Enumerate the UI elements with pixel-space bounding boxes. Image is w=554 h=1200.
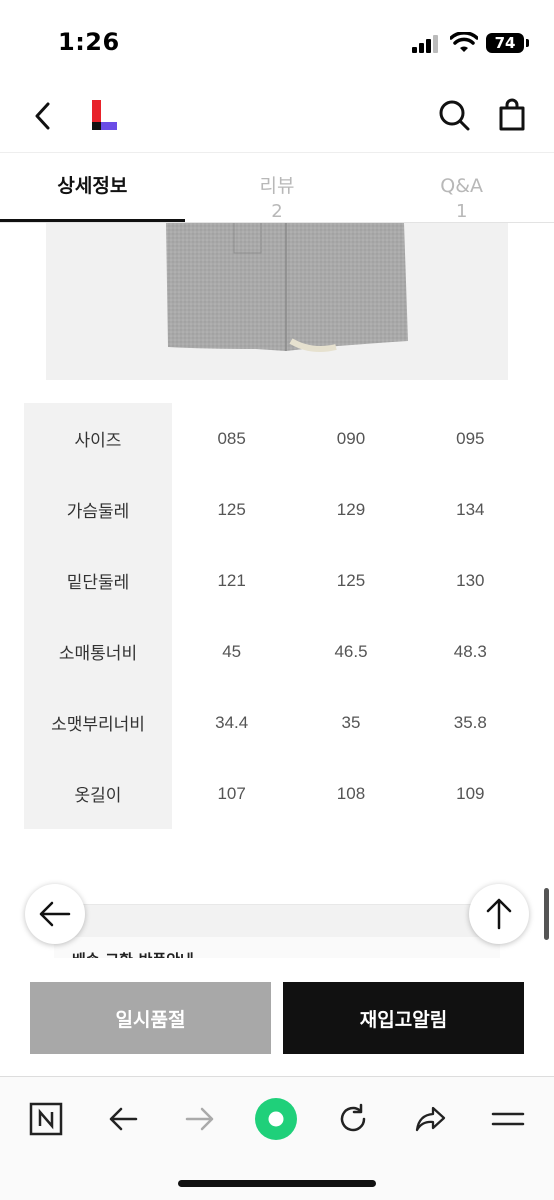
product-tabs: 상세정보 리뷰 2 Q&A 1 [0,152,554,223]
restock-alert-button[interactable]: 재입고알림 [283,982,524,1054]
scrollbar[interactable] [544,888,549,940]
green-dot-button[interactable] [254,1097,298,1141]
tab-count: 1 [455,201,468,222]
table-cell: 125 [336,570,366,590]
table-cell: 46.5 [334,641,368,661]
table-cell: 090 [336,428,366,448]
browser-forward-button[interactable] [178,1097,222,1141]
row-header: 사이즈 [24,403,172,474]
floating-back-button[interactable] [25,884,85,944]
table-cell: 35 [341,712,361,732]
naver-home-button[interactable] [24,1097,68,1141]
tab-reviews[interactable]: 리뷰 2 [185,153,370,222]
chevron-left-icon [35,102,50,130]
soldout-button[interactable]: 일시품절 [30,982,271,1054]
table-row: 밑단둘레 121 125 130 [24,545,530,616]
scroll-to-top-button[interactable] [469,884,529,944]
share-button[interactable] [408,1097,452,1141]
table-cell: 48.3 [453,641,487,661]
tab-details[interactable]: 상세정보 [0,153,185,222]
arrow-left-icon [39,901,71,927]
arrow-right-icon [185,1107,214,1131]
table-row: 소맷부리너비 34.4 35 35.8 [24,687,530,758]
search-button[interactable] [436,97,472,133]
home-indicator [178,1180,376,1187]
table-cell: 45 [222,641,242,661]
table-row: 사이즈 085 090 095 [24,403,530,474]
share-arrow-icon [415,1106,446,1132]
row-header: 가슴둘레 [24,474,172,545]
tab-count: 2 [271,201,283,222]
shipping-info-box[interactable]: 배송·교환·반품안내 [54,904,500,969]
table-cell: 085 [217,428,246,448]
table-cell: 095 [456,428,485,448]
green-dot-icon [255,1098,297,1140]
naver-n-icon [29,1102,63,1136]
table-row: 가슴둘레 125 129 134 [24,474,530,545]
table-cell: 130 [456,570,485,590]
back-button[interactable] [26,98,62,134]
battery-indicator: 74 [486,33,529,53]
row-header: 밑단둘레 [24,545,172,616]
tab-qna[interactable]: Q&A 1 [369,153,554,222]
table-cell: 34.4 [215,712,249,732]
status-bar: 1:26 74 [0,0,554,80]
table-cell: 129 [336,499,366,519]
table-cell: 121 [217,570,246,590]
status-time: 1:26 [58,28,120,56]
tab-label: 상세정보 [57,175,128,197]
table-row: 옷길이 107 108 109 [24,758,530,829]
arrow-left-icon [109,1107,138,1131]
shopping-bag-icon [499,98,525,131]
refresh-icon [340,1103,366,1132]
arrow-up-icon [486,898,512,930]
search-icon [439,100,470,131]
brand-logo[interactable] [92,100,118,132]
table-row: 소매통너비 45 46.5 48.3 [24,616,530,687]
size-table: 사이즈 085 090 095 가슴둘레 125 129 134 밑단둘레 12… [24,403,530,829]
shopping-bag-button[interactable] [494,97,530,133]
tab-label: 리뷰 [259,175,295,197]
table-cell: 35.8 [453,712,487,732]
tab-label: Q&A [440,175,484,197]
purchase-action-bar: 일시품절 재입고알림 [0,958,554,1076]
row-header: 소맷부리너비 [24,687,172,758]
table-cell: 134 [456,499,485,519]
table-cell: 109 [456,783,485,803]
hamburger-menu-icon [491,1112,525,1126]
refresh-button[interactable] [331,1097,375,1141]
wifi-icon [450,32,478,52]
row-header: 소매통너비 [24,616,172,687]
table-cell: 107 [217,783,246,803]
row-header: 옷길이 [24,758,172,829]
browser-back-button[interactable] [101,1097,145,1141]
product-image [46,223,508,380]
signal-icon [412,35,438,53]
menu-button[interactable] [486,1097,530,1141]
table-cell: 125 [217,499,246,519]
table-cell: 108 [336,783,366,803]
